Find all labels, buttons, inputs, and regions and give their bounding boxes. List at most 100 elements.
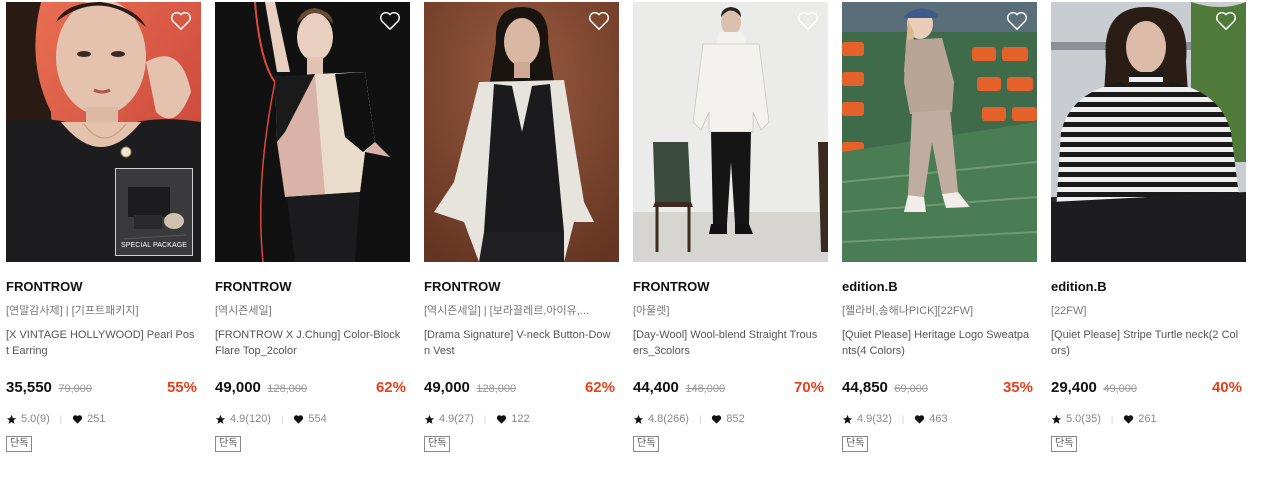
wishlist-heart-icon[interactable] <box>1215 11 1237 31</box>
review-meta: 5.0(35) | 261 <box>1051 412 1246 426</box>
discount-rate: 55% <box>166 379 197 396</box>
star-icon <box>424 414 435 424</box>
brand-name[interactable]: FRONTROW <box>633 279 828 295</box>
sale-price: 44,400 <box>633 379 679 396</box>
product-photo <box>1051 2 1246 262</box>
star-icon <box>6 414 17 424</box>
price-row: 49,000 128,000 62% <box>215 379 410 399</box>
product-card[interactable]: FRONTROW [역시즌세일] [FRONTROW X J.Chung] Co… <box>215 2 410 452</box>
product-photo <box>633 2 828 262</box>
product-image[interactable]: SPECIAL PACKAGE <box>6 2 201 262</box>
like-count: 852 <box>726 413 745 425</box>
product-image[interactable] <box>633 2 828 262</box>
discount-rate: 35% <box>1002 379 1033 396</box>
product-name[interactable]: [Day-Wool] Wool-blend Straight Trousers_… <box>633 327 823 359</box>
product-image[interactable] <box>1051 2 1246 262</box>
special-package-thumbnail: SPECIAL PACKAGE <box>115 168 193 256</box>
product-name[interactable]: [Quiet Please] Stripe Turtle neck(2 Colo… <box>1051 327 1241 359</box>
brand-name[interactable]: FRONTROW <box>424 279 619 295</box>
sale-price: 49,000 <box>215 379 261 396</box>
wishlist-heart-icon[interactable] <box>588 11 610 31</box>
promo-tags: [아울렛] <box>633 305 670 317</box>
rating-value: 4.9(120) <box>230 413 271 425</box>
star-icon <box>215 414 226 424</box>
rating-value: 5.0(9) <box>21 413 50 425</box>
review-meta: 4.9(27) | 122 <box>424 412 619 426</box>
heart-filled-icon <box>1124 414 1134 424</box>
discount-rate: 62% <box>584 379 615 396</box>
sale-price: 29,400 <box>1051 379 1097 396</box>
exclusive-badge: 단독 <box>1051 436 1078 452</box>
meta-divider: | <box>280 414 284 424</box>
product-card[interactable]: SPECIAL PACKAGE FRONTROW [연말감사제] | [기프트패… <box>6 2 201 452</box>
wishlist-heart-icon[interactable] <box>379 11 401 31</box>
heart-filled-icon <box>294 414 304 424</box>
price-row: 44,850 69,000 35% <box>842 379 1037 399</box>
review-meta: 4.9(32) | 463 <box>842 412 1037 426</box>
product-grid: SPECIAL PACKAGE FRONTROW [연말감사제] | [기프트패… <box>0 0 1263 481</box>
promo-tags: [연말감사제] | [기프트패키지] <box>6 305 139 317</box>
meta-divider: | <box>1110 414 1114 424</box>
product-card[interactable]: edition.B [22FW] [Quiet Please] Stripe T… <box>1051 2 1246 452</box>
product-name[interactable]: [Drama Signature] V-neck Button-Down Ves… <box>424 327 614 359</box>
wishlist-heart-icon[interactable] <box>1006 11 1028 31</box>
rating-value: 4.9(27) <box>439 413 474 425</box>
like-count: 261 <box>1138 413 1157 425</box>
original-price: 128,000 <box>267 383 308 395</box>
star-icon <box>633 414 644 424</box>
product-card[interactable]: edition.B [젤라비,송해나PICK][22FW] [Quiet Ple… <box>842 2 1037 452</box>
special-package-label: SPECIAL PACKAGE <box>120 242 188 249</box>
original-price: 79,000 <box>58 383 92 395</box>
sale-price: 35,550 <box>6 379 52 396</box>
promo-tags: [역시즌세일] <box>215 305 272 317</box>
discount-rate: 40% <box>1211 379 1242 396</box>
sale-price: 44,850 <box>842 379 888 396</box>
promo-tags: [역시즌세일] | [보라끌레르,아이유,... <box>424 305 589 317</box>
discount-rate: 70% <box>793 379 824 396</box>
heart-filled-icon <box>497 414 507 424</box>
rating-value: 4.8(266) <box>648 413 689 425</box>
meta-divider: | <box>59 414 63 424</box>
product-name[interactable]: [X VINTAGE HOLLYWOOD] Pearl Post Earring <box>6 327 196 359</box>
brand-name[interactable]: FRONTROW <box>6 279 201 295</box>
exclusive-badge: 단독 <box>633 436 660 452</box>
price-row: 29,400 49,000 40% <box>1051 379 1246 399</box>
product-name[interactable]: [Quiet Please] Heritage Logo Sweatpants(… <box>842 327 1032 359</box>
original-price: 49,000 <box>1103 383 1137 395</box>
promo-tags: [22FW] <box>1051 305 1087 317</box>
review-meta: 4.9(120) | 554 <box>215 412 410 426</box>
rating-value: 4.9(32) <box>857 413 892 425</box>
product-photo <box>424 2 619 262</box>
exclusive-badge: 단독 <box>424 436 451 452</box>
like-count: 554 <box>308 413 327 425</box>
brand-name[interactable]: FRONTROW <box>215 279 410 295</box>
brand-name[interactable]: edition.B <box>842 279 1037 295</box>
product-image[interactable] <box>215 2 410 262</box>
star-icon <box>842 414 853 424</box>
wishlist-heart-icon[interactable] <box>797 11 819 31</box>
original-price: 128,000 <box>476 383 517 395</box>
product-card[interactable]: FRONTROW [역시즌세일] | [보라끌레르,아이유,... [Drama… <box>424 2 619 452</box>
product-card[interactable]: FRONTROW [아울렛] [Day-Wool] Wool-blend Str… <box>633 2 828 452</box>
star-icon <box>1051 414 1062 424</box>
original-price: 148,000 <box>685 383 726 395</box>
wishlist-heart-icon[interactable] <box>170 11 192 31</box>
promo-tags: [젤라비,송해나PICK][22FW] <box>842 305 974 317</box>
product-image[interactable] <box>842 2 1037 262</box>
meta-divider: | <box>483 414 487 424</box>
like-count: 251 <box>87 413 106 425</box>
brand-name[interactable]: edition.B <box>1051 279 1246 295</box>
product-image[interactable] <box>424 2 619 262</box>
like-count: 122 <box>511 413 530 425</box>
discount-rate: 62% <box>375 379 406 396</box>
product-photo <box>215 2 410 262</box>
price-row: 35,550 79,000 55% <box>6 379 201 399</box>
product-photo <box>842 2 1037 262</box>
review-meta: 4.8(266) | 852 <box>633 412 828 426</box>
exclusive-badge: 단독 <box>842 436 869 452</box>
review-meta: 5.0(9) | 251 <box>6 412 201 426</box>
product-name[interactable]: [FRONTROW X J.Chung] Color-Block Flare T… <box>215 327 405 359</box>
price-row: 49,000 128,000 62% <box>424 379 619 399</box>
meta-divider: | <box>698 414 702 424</box>
price-row: 44,400 148,000 70% <box>633 379 828 399</box>
